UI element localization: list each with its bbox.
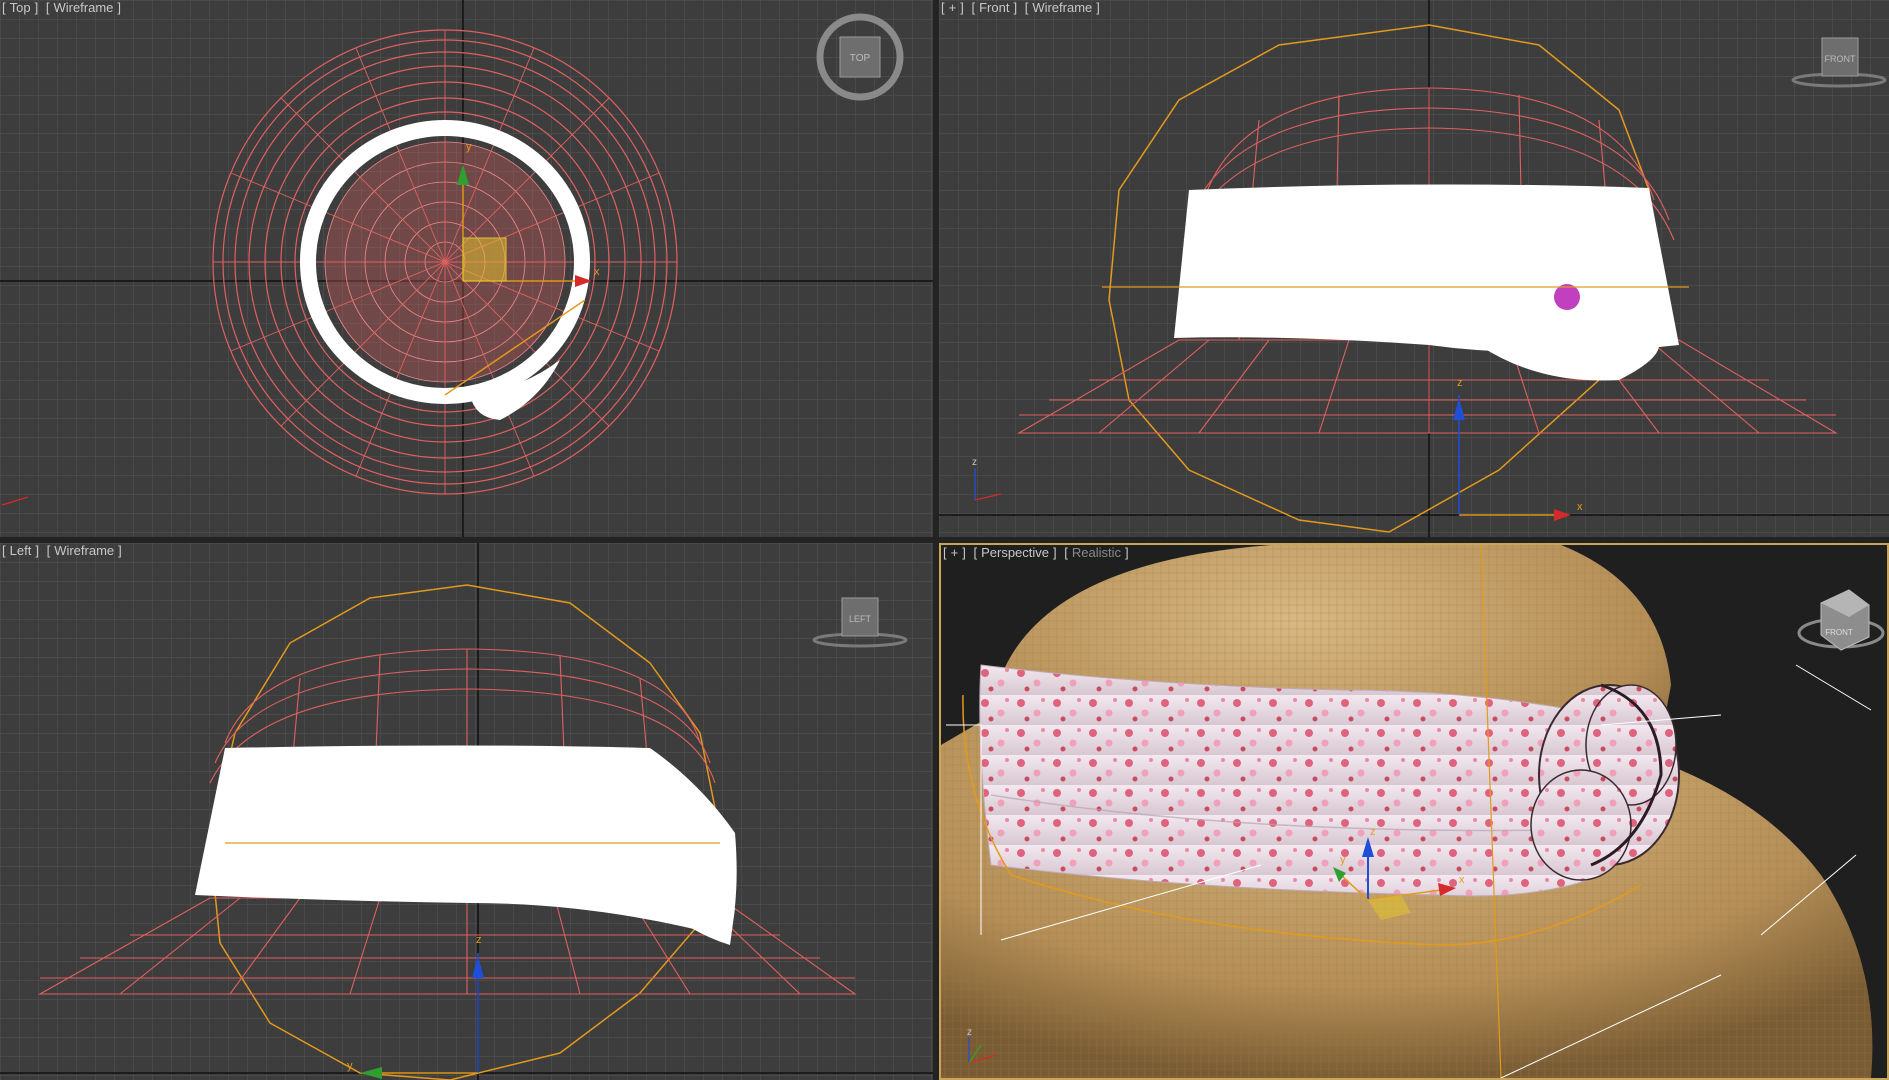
left-view-canvas[interactable]: y z LEFT — [0, 543, 933, 1080]
viewport-front[interactable]: x z FRONT z [+] [Front] [Wireframe] — [939, 0, 1889, 537]
gizmo-y-label: y — [1340, 854, 1346, 866]
front-view-canvas[interactable]: x z FRONT z — [939, 0, 1889, 537]
viewport-label-left[interactable]: [Left] [Wireframe] — [2, 543, 126, 558]
gizmo-y-label: y — [347, 1060, 353, 1072]
viewport-menu-plus[interactable]: + — [949, 0, 957, 15]
viewport-label-front[interactable]: [+] [Front] [Wireframe] — [941, 0, 1104, 15]
perspective-view-canvas[interactable]: z y x FRONT z — [941, 545, 1887, 1078]
viewport-name[interactable]: Front — [979, 0, 1009, 15]
gizmo-x-label: x — [1459, 874, 1465, 886]
viewport-shading-mode[interactable]: Wireframe — [53, 0, 113, 15]
viewcube-face-label: FRONT — [1825, 628, 1853, 637]
gizmo-z-label: z — [476, 934, 482, 946]
viewcube-face-label: LEFT — [849, 614, 872, 624]
viewport-label-top[interactable]: [Top] [Wireframe] — [2, 0, 125, 15]
viewport-name[interactable]: Left — [10, 543, 32, 558]
viewport-top[interactable]: x y TOP [Top] [Wireframe] — [0, 0, 933, 537]
tripod-z-label: z — [972, 457, 977, 468]
hat-radial-lines — [213, 30, 677, 494]
viewcube-face-label: TOP — [850, 53, 871, 64]
gizmo-x-label: x — [594, 266, 600, 278]
viewport-perspective[interactable]: z y x FRONT z [+] [Perspective] [Realist… — [939, 543, 1889, 1080]
viewcube-face-label: FRONT — [1825, 54, 1856, 64]
viewport-shading-mode[interactable]: Realistic — [1072, 545, 1121, 560]
gizmo-z-label: z — [1457, 377, 1463, 389]
viewport-menu-plus[interactable]: + — [951, 545, 959, 560]
top-view-canvas[interactable]: x y TOP — [0, 0, 933, 537]
band-wireframe-front[interactable] — [1174, 184, 1679, 353]
gizmo-y-label: y — [466, 141, 472, 153]
gizmo-z-label: z — [1370, 826, 1376, 838]
viewport-name[interactable]: Top — [10, 0, 31, 15]
viewport-shading-mode[interactable]: Wireframe — [54, 543, 114, 558]
tripod-z-label: z — [967, 1027, 972, 1038]
viewport-left[interactable]: y z LEFT [Left] [Wireframe] — [0, 543, 933, 1080]
viewport-shading-mode[interactable]: Wireframe — [1032, 0, 1092, 15]
flower-center-wireframe[interactable] — [1554, 284, 1580, 310]
gizmo-x-label: x — [1577, 501, 1583, 513]
gizmo-xy-plane[interactable] — [462, 237, 507, 282]
viewport-name[interactable]: Perspective — [981, 545, 1049, 560]
viewport-label-perspective[interactable]: [+] [Perspective] [Realistic] — [943, 545, 1133, 560]
